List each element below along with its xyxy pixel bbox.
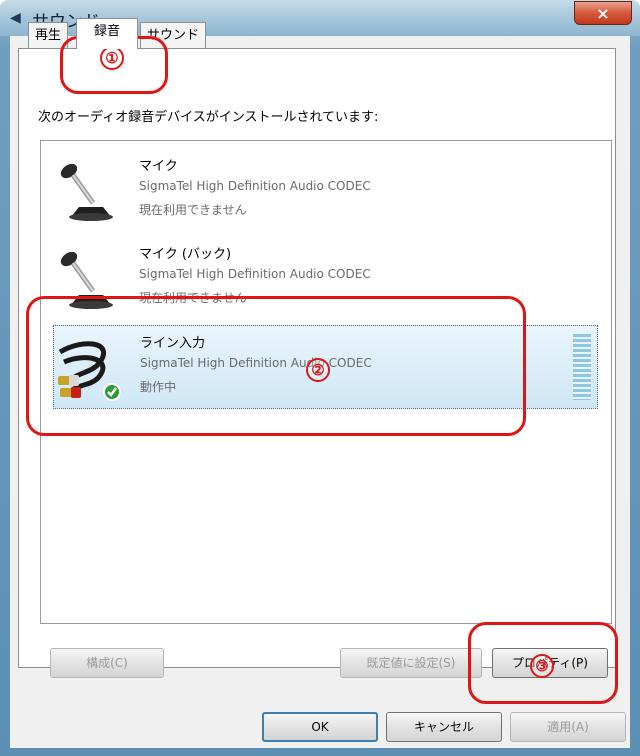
microphone-icon [60, 163, 113, 221]
tab-playback[interactable]: 再生 [28, 22, 69, 48]
set-default-button[interactable]: 既定値に設定(S) [340, 648, 482, 678]
apply-button[interactable]: 適用(A) [510, 712, 626, 742]
configure-button[interactable]: 構成(C) [50, 648, 164, 678]
device-driver: SigmaTel High Definition Audio CODEC [140, 356, 372, 370]
tab-recording[interactable]: 録音 [76, 18, 138, 49]
device-status: 現在利用できません [139, 203, 247, 217]
recording-device-list[interactable]: マイク SigmaTel High Definition Audio CODEC… [40, 140, 612, 624]
close-button[interactable]: × [574, 1, 632, 25]
device-status: 現在利用できません [139, 291, 247, 305]
device-name: マイク (バック) [139, 247, 232, 262]
device-item-mic[interactable]: マイク SigmaTel High Definition Audio CODEC… [53, 149, 598, 233]
device-name: ライン入力 [140, 336, 206, 351]
device-list-heading: 次のオーディオ録音デバイスがインストールされています: [38, 110, 379, 125]
callout-3-number: ③ [530, 654, 554, 678]
speaker-icon: ◀ [10, 10, 21, 26]
input-level-meter [573, 334, 591, 400]
device-driver: SigmaTel High Definition Audio CODEC [139, 179, 371, 193]
device-status: 動作中 [140, 380, 177, 394]
callout-1-number: ① [100, 46, 124, 70]
sound-dialog: ◀ サウンド × 再生 録音 サウンド 次のオーディオ録音デバイスがインストール… [0, 0, 640, 756]
ok-button[interactable]: OK [262, 712, 378, 742]
callout-2-number: ② [306, 358, 330, 382]
cancel-button[interactable]: キャンセル [386, 712, 502, 742]
device-name: マイク [139, 159, 178, 174]
rca-cable-icon [58, 341, 121, 401]
device-item-mic-back[interactable]: マイク (バック) SigmaTel High Definition Audio… [53, 237, 598, 321]
tab-sounds[interactable]: サウンド [140, 22, 207, 48]
microphone-icon [60, 251, 113, 309]
device-driver: SigmaTel High Definition Audio CODEC [139, 267, 371, 281]
